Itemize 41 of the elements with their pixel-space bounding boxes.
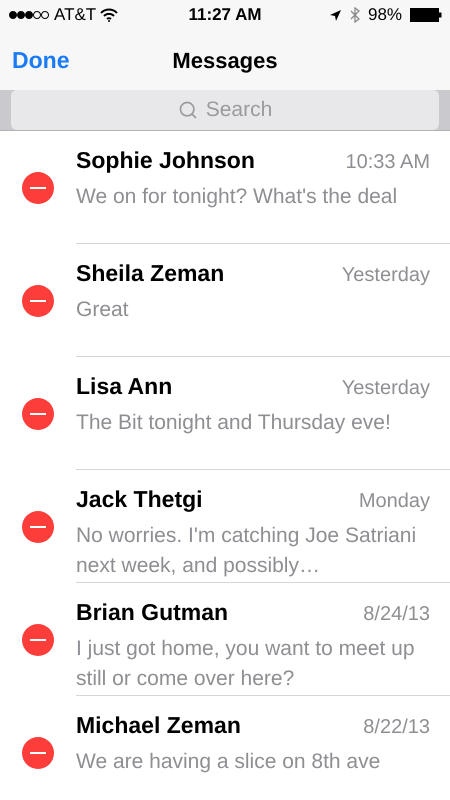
conversation-row[interactable]: Sheila Zeman Yesterday Great <box>0 244 450 357</box>
delete-icon[interactable] <box>22 624 54 656</box>
message-preview: The Bit tonight and Thursday eve! <box>76 410 392 436</box>
conversation-row[interactable]: Lisa Ann Yesterday The Bit tonight and Thursday eve! <box>0 357 450 470</box>
message-preview: Great <box>76 296 130 322</box>
location-arrow-icon <box>328 8 342 22</box>
contact-name: Jack Thetgi <box>76 485 204 514</box>
battery-percent: 98% <box>368 4 402 26</box>
delete-icon[interactable] <box>22 736 54 768</box>
message-preview: I just got home, you want to meet up still or come over here? <box>76 636 416 692</box>
delete-icon[interactable] <box>22 510 54 542</box>
search-icon <box>178 100 198 120</box>
contact-name: Sheila Zeman <box>76 259 226 288</box>
done-button[interactable]: Done <box>0 42 70 78</box>
message-preview: No worries. I'm catching Joe Satriani next week, and possibly… <box>76 522 418 578</box>
bluetooth-icon <box>350 7 360 23</box>
contact-name: Sophie Johnson <box>76 146 256 175</box>
message-time: Monday <box>358 489 430 514</box>
conversation-row[interactable]: Michael Zeman 8/22/13 We are having a slice on 8th ave <box>0 696 450 800</box>
conversation-row[interactable]: Brian Gutman 8/24/13 I just got home, you want to meet up still or come over here? <box>0 583 450 696</box>
contact-name: Brian Gutman <box>76 598 230 627</box>
message-time: Yesterday <box>342 376 430 401</box>
delete-icon[interactable] <box>22 172 54 204</box>
message-time: 8/22/13 <box>363 715 430 740</box>
message-preview: We on for tonight? What's the deal <box>76 184 398 210</box>
contact-name: Lisa Ann <box>76 372 174 401</box>
battery-icon <box>410 8 442 22</box>
message-preview: We are having a slice on 8th ave <box>76 748 382 774</box>
delete-icon[interactable] <box>22 398 54 430</box>
conversation-row[interactable]: Sophie Johnson 10:33 AM We on for tonight? What's the deal <box>0 131 450 244</box>
wifi-icon <box>100 8 118 22</box>
delete-icon[interactable] <box>22 284 54 316</box>
clock: 11:27 AM <box>188 4 262 26</box>
conversation-row[interactable]: Jack Thetgi Monday No worries. I'm catching Joe Satriani next week, and possibly… <box>0 470 450 583</box>
carrier: AT&T <box>54 4 96 26</box>
contact-name: Michael Zeman <box>76 711 242 740</box>
message-time: Yesterday <box>342 263 430 288</box>
signal-icon <box>8 10 50 20</box>
message-time: 10:33 AM <box>345 150 430 175</box>
window-title: Messages <box>172 46 278 75</box>
message-time: 8/24/13 <box>363 602 430 627</box>
